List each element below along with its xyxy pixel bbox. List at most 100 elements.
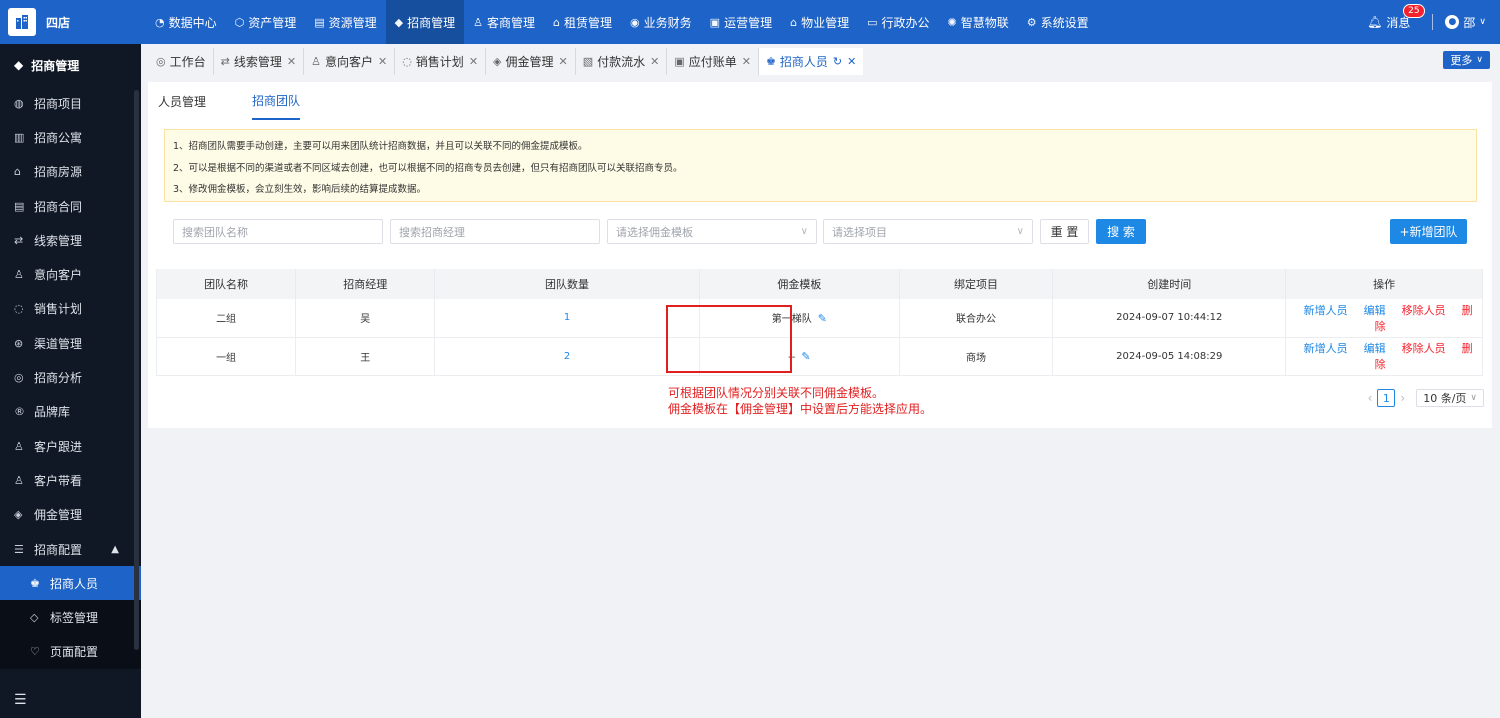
topnav-resource[interactable]: ▤ 资源管理 xyxy=(305,0,385,44)
edit-icon[interactable]: ✎ xyxy=(801,350,810,363)
column-header: 创建时间 xyxy=(1052,269,1287,299)
column-header: 招商经理 xyxy=(295,269,436,299)
sidebar-item-channel[interactable]: ⊛ 渠道管理 xyxy=(0,326,141,360)
sidebar-item-commission[interactable]: ◈ 佣金管理 xyxy=(0,498,141,532)
close-icon[interactable]: ✕ xyxy=(847,55,856,68)
messages-button[interactable]: 🔔︎ 消息 25 xyxy=(1367,3,1425,31)
close-icon[interactable]: ✕ xyxy=(469,55,478,68)
tab-label: 应付账单 xyxy=(688,55,737,69)
sidebar-item-contract[interactable]: ▤ 招商合同 xyxy=(0,189,141,223)
remove-member-button[interactable]: 移除人员 xyxy=(1402,342,1446,355)
next-page-icon[interactable]: › xyxy=(1400,391,1405,405)
commission-icon: ◈ xyxy=(14,508,23,522)
tab-label: 付款流水 xyxy=(597,55,646,69)
topnav-iot[interactable]: ✺ 智慧物联 xyxy=(939,0,1018,44)
sidebar-item-analysis[interactable]: ◎ 招商分析 xyxy=(0,360,141,394)
team-count-link[interactable]: 2 xyxy=(564,351,570,362)
iot-icon: ✺ xyxy=(947,15,957,29)
column-header: 佣金模板 xyxy=(699,269,900,299)
topnav-merchant[interactable]: ♙ 客商管理 xyxy=(464,0,544,44)
sidebar-item-label: 佣金管理 xyxy=(34,508,83,523)
subtab-staff-management[interactable]: 人员管理 xyxy=(158,82,206,120)
logo-area[interactable]: 四店 xyxy=(0,0,141,44)
sidebar-item-house[interactable]: ⌂ 招商房源 xyxy=(0,155,141,189)
close-icon[interactable]: ✕ xyxy=(650,55,659,68)
table-row: 二组 吴 1 第一梯队 ✎ 联合办公 2024-09-07 10:44:12 新增… xyxy=(155,299,1483,338)
sidebar-item-page-config[interactable]: ♡ 页面配置 xyxy=(0,635,141,669)
add-team-button[interactable]: +新增团队 xyxy=(1390,219,1467,244)
user-name: 邵 xyxy=(1463,15,1476,30)
team-name-search-input[interactable]: 搜索团队名称 xyxy=(173,219,383,244)
refresh-icon[interactable]: ↻ xyxy=(833,55,842,68)
collapse-menu-icon[interactable]: ☰ xyxy=(14,692,27,708)
remove-member-button[interactable]: 移除人员 xyxy=(1402,304,1446,317)
page-icon: ♡ xyxy=(30,645,40,659)
tab-bill[interactable]: ▣ 应付账单 ✕ xyxy=(667,48,760,75)
sidebar-item-label: 客户跟进 xyxy=(34,439,83,454)
more-tabs-button[interactable]: 更多 ∨ xyxy=(1443,51,1490,69)
monitor-icon: ▭ xyxy=(867,15,878,29)
sidebar-item-visit[interactable]: ♙ 客户带看 xyxy=(0,463,141,497)
column-header: 团队数量 xyxy=(434,269,700,299)
add-member-button[interactable]: 新增人员 xyxy=(1304,304,1348,317)
topnav-admin[interactable]: ▭ 行政办公 xyxy=(858,0,938,44)
prev-page-icon[interactable]: ‹ xyxy=(1368,391,1373,405)
close-icon[interactable]: ✕ xyxy=(559,55,568,68)
close-icon[interactable]: ✕ xyxy=(742,55,751,68)
topnav-operation[interactable]: ▣ 运营管理 xyxy=(701,0,781,44)
topnav-lease[interactable]: ⌂ 租赁管理 xyxy=(544,0,621,44)
sidebar-item-label: 标签管理 xyxy=(50,611,99,626)
sidebar-item-clue[interactable]: ⇄ 线索管理 xyxy=(0,223,141,257)
search-button[interactable]: 搜 索 xyxy=(1096,219,1146,244)
topnav-investment[interactable]: ◆ 招商管理 xyxy=(385,0,465,44)
sidebar-item-brand[interactable]: ® 品牌库 xyxy=(0,395,141,429)
sidebar-item-tags[interactable]: ◇ 标签管理 xyxy=(0,600,141,634)
manager-search-input[interactable]: 搜索招商经理 xyxy=(390,219,600,244)
pagination: ‹ 1 › 10 条/页 ∨ xyxy=(1363,389,1484,407)
topnav-asset[interactable]: ⬡ 资产管理 xyxy=(226,0,306,44)
team-count-link[interactable]: 1 xyxy=(564,312,570,323)
tab-clue[interactable]: ⇄ 线索管理 ✕ xyxy=(213,48,305,75)
staff-icon: ♚ xyxy=(766,55,776,68)
dashboard-icon: ◔ xyxy=(155,15,165,29)
close-icon[interactable]: ✕ xyxy=(287,55,296,68)
close-icon[interactable]: ✕ xyxy=(378,55,387,68)
topnav-label: 资产管理 xyxy=(248,15,297,30)
sidebar-item-sales-plan[interactable]: ◌ 销售计划 xyxy=(0,292,141,326)
edit-button[interactable]: 编辑 xyxy=(1364,304,1386,317)
topnav-settings[interactable]: ⚙ 系统设置 xyxy=(1018,0,1098,44)
sidebar-scrollbar[interactable] xyxy=(134,90,139,650)
user-menu[interactable]: ● 邵 ∨ xyxy=(1445,14,1486,31)
tab-commission[interactable]: ◈ 佣金管理 ✕ xyxy=(486,48,576,75)
edit-button[interactable]: 编辑 xyxy=(1364,342,1386,355)
sidebar-item-intent-customer[interactable]: ♙ 意向客户 xyxy=(0,257,141,291)
project-select[interactable]: 请选择项目 ∨ xyxy=(823,219,1033,244)
sidebar-item-apartment[interactable]: ▥ 招商公寓 xyxy=(0,120,141,154)
sidebar-item-staff[interactable]: ♚ 招商人员 xyxy=(0,566,141,601)
template-select[interactable]: 请选择佣金模板 ∨ xyxy=(607,219,817,244)
tab-sales-plan[interactable]: ◌ 销售计划 ✕ xyxy=(395,48,487,75)
topnav-label: 租赁管理 xyxy=(564,15,613,30)
template-cell: 第一梯队 ✎ xyxy=(699,299,900,338)
page-size-select[interactable]: 10 条/页 ∨ xyxy=(1416,389,1484,407)
clue-icon: ⇄ xyxy=(220,55,230,68)
tab-label: 销售计划 xyxy=(415,55,464,69)
topnav-finance[interactable]: ◉ 业务财务 xyxy=(621,0,701,44)
sidebar-item-follow[interactable]: ♙ 客户跟进 xyxy=(0,429,141,463)
tab-intent-customer[interactable]: ♙ 意向客户 ✕ xyxy=(304,48,396,75)
created-cell: 2024-09-05 14:08:29 xyxy=(1052,337,1287,376)
sidebar-group-config[interactable]: ☰ 招商配置 ▲ xyxy=(0,532,141,566)
add-member-button[interactable]: 新增人员 xyxy=(1304,342,1348,355)
reset-button[interactable]: 重 置 xyxy=(1040,219,1089,244)
placeholder-text: 搜索招商经理 xyxy=(399,225,465,239)
sidebar-item-project[interactable]: ◍ 招商项目 xyxy=(0,86,141,120)
page-number-current[interactable]: 1 xyxy=(1377,389,1396,407)
edit-icon[interactable]: ✎ xyxy=(818,312,827,325)
tab-workbench[interactable]: ◎ 工作台 xyxy=(149,48,214,75)
topnav-data-center[interactable]: ◔ 数据中心 xyxy=(146,0,226,44)
subtab-team[interactable]: 招商团队 xyxy=(252,82,301,120)
tab-staff[interactable]: ♚ 招商人员 ↻ ✕ xyxy=(759,48,864,75)
brand-icon: ® xyxy=(14,405,25,419)
topnav-property[interactable]: ⌂ 物业管理 xyxy=(781,0,858,44)
tab-payment[interactable]: ▧ 付款流水 ✕ xyxy=(575,48,668,75)
